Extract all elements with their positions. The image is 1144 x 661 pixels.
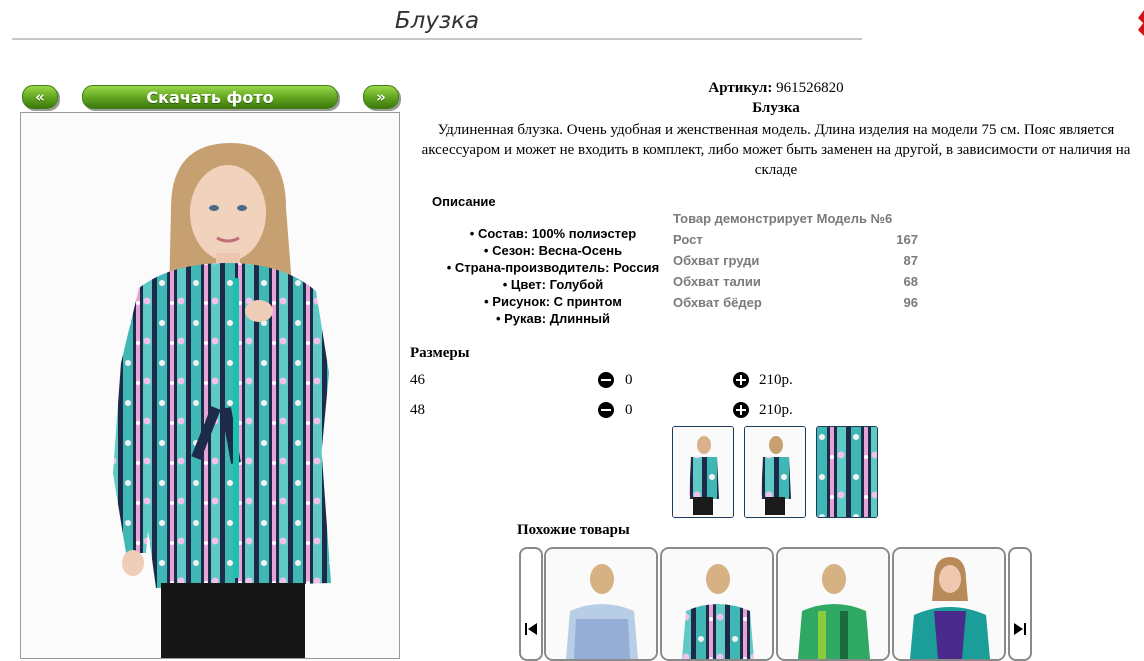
article-value: 961526820 [776, 80, 844, 96]
thumbnail-image [745, 427, 805, 517]
measurement-label: Обхват бёдер [673, 295, 762, 310]
download-photo-button[interactable]: Скачать фото [82, 85, 338, 109]
measurement-label: Рост [673, 232, 703, 247]
product-thumbnail-back[interactable] [744, 426, 806, 518]
skip-back-icon [525, 623, 537, 635]
product-name: Блузка [752, 100, 800, 116]
measurement-row: Рост 167 [673, 229, 918, 250]
page-title: Блузка [394, 8, 480, 34]
product-description: Удлиненная блузка. Очень удобная и женст… [421, 122, 1131, 178]
increase-quantity-icon[interactable] [733, 372, 749, 388]
measurement-value: 167 [896, 232, 918, 247]
properties-list: Состав: 100% полиэстер Сезон: Весна-Осен… [408, 225, 698, 327]
property-item: Рукав: Длинный [408, 310, 698, 327]
model-photo-image [21, 113, 399, 658]
thumbnail-image [673, 427, 733, 517]
model-measurements: Товар демонстрирует Модель №6 Рост 167 Об… [673, 208, 918, 313]
similar-heading: Похожие товары [517, 522, 630, 538]
size-row: 46 0 210р. [410, 370, 810, 392]
measurement-value: 87 [903, 253, 918, 268]
similar-product-card[interactable] [544, 547, 658, 661]
product-thumbnail-fabric[interactable] [816, 426, 878, 518]
corner-ornament-icon [1138, 10, 1144, 36]
next-photo-button[interactable]: » [363, 85, 399, 109]
similar-next-button[interactable] [1008, 547, 1032, 661]
similar-product-image [778, 549, 888, 659]
similar-product-card[interactable] [660, 547, 774, 661]
similar-product-image [662, 549, 772, 659]
property-item: Рисунок: С принтом [408, 293, 698, 310]
description-heading: Описание [432, 194, 496, 209]
property-item: Цвет: Голубой [408, 276, 698, 293]
similar-prev-button[interactable] [519, 547, 543, 661]
measurement-value: 96 [903, 295, 918, 310]
size-price: 210р. [759, 402, 793, 418]
similar-product-image [894, 549, 1004, 659]
size-value: 48 [410, 402, 425, 418]
similar-product-card[interactable] [892, 547, 1006, 661]
article-line: Артикул: 961526820 [408, 80, 1144, 97]
prev-photo-button[interactable]: « [22, 85, 58, 109]
quantity-value: 0 [625, 402, 633, 418]
measurement-row: Обхват бёдер 96 [673, 292, 918, 313]
measurement-value: 68 [903, 274, 918, 289]
thumbnail-image [817, 427, 877, 517]
title-divider [12, 38, 862, 40]
sizes-heading: Размеры [410, 345, 470, 361]
model-heading: Товар демонстрирует Модель №6 [673, 208, 918, 229]
similar-product-card[interactable] [776, 547, 890, 661]
decrease-quantity-icon[interactable] [598, 402, 614, 418]
similar-product-image [546, 549, 656, 659]
measurement-row: Обхват груди 87 [673, 250, 918, 271]
size-row: 48 0 210р. [410, 400, 810, 422]
decrease-quantity-icon[interactable] [598, 372, 614, 388]
measurement-label: Обхват талии [673, 274, 761, 289]
measurement-label: Обхват груди [673, 253, 760, 268]
quantity-value: 0 [625, 372, 633, 388]
article-label: Артикул: [708, 80, 773, 96]
measurement-row: Обхват талии 68 [673, 271, 918, 292]
increase-quantity-icon[interactable] [733, 402, 749, 418]
size-value: 46 [410, 372, 425, 388]
size-price: 210р. [759, 372, 793, 388]
property-item: Страна-производитель: Россия [408, 259, 698, 276]
model-heading-text: Товар демонстрирует Модель №6 [673, 211, 893, 226]
product-thumbnail-front[interactable] [672, 426, 734, 518]
property-item: Сезон: Весна-Осень [408, 242, 698, 259]
main-product-photo[interactable] [20, 112, 400, 659]
skip-forward-icon [1014, 623, 1026, 635]
property-item: Состав: 100% полиэстер [408, 225, 698, 242]
